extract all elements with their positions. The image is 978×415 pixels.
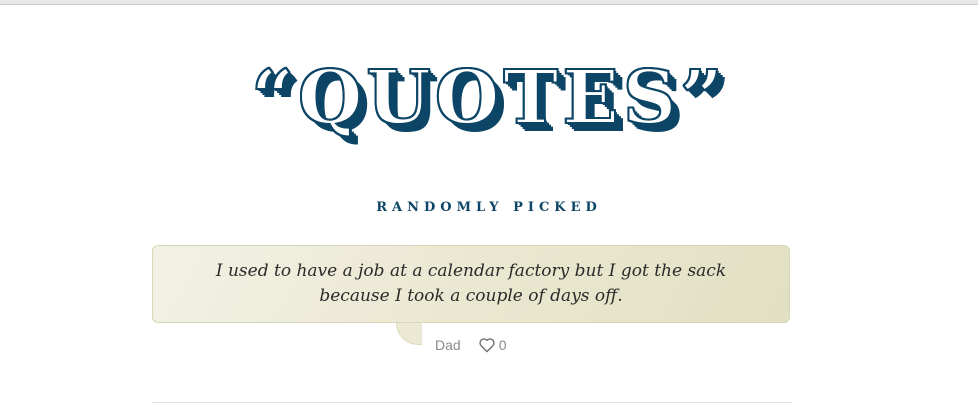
divider <box>152 402 792 403</box>
heart-icon <box>478 337 495 352</box>
quote-text: I used to have a job at a calendar facto… <box>215 261 727 306</box>
quote-bubble-tail <box>396 323 422 345</box>
like-count: 0 <box>498 337 507 353</box>
section-subtitle: RANDOMLY PICKED <box>376 200 602 215</box>
like-button[interactable]: 0 <box>478 337 507 353</box>
quote-bubble: I used to have a job at a calendar facto… <box>152 245 790 323</box>
quote-author[interactable]: Dad <box>435 337 461 353</box>
site-logo[interactable]: “QUOTES” <box>250 57 727 139</box>
header: “QUOTES” <box>0 57 978 148</box>
quote-meta: Dad 0 <box>435 336 506 354</box>
browser-top-edge <box>0 0 978 5</box>
